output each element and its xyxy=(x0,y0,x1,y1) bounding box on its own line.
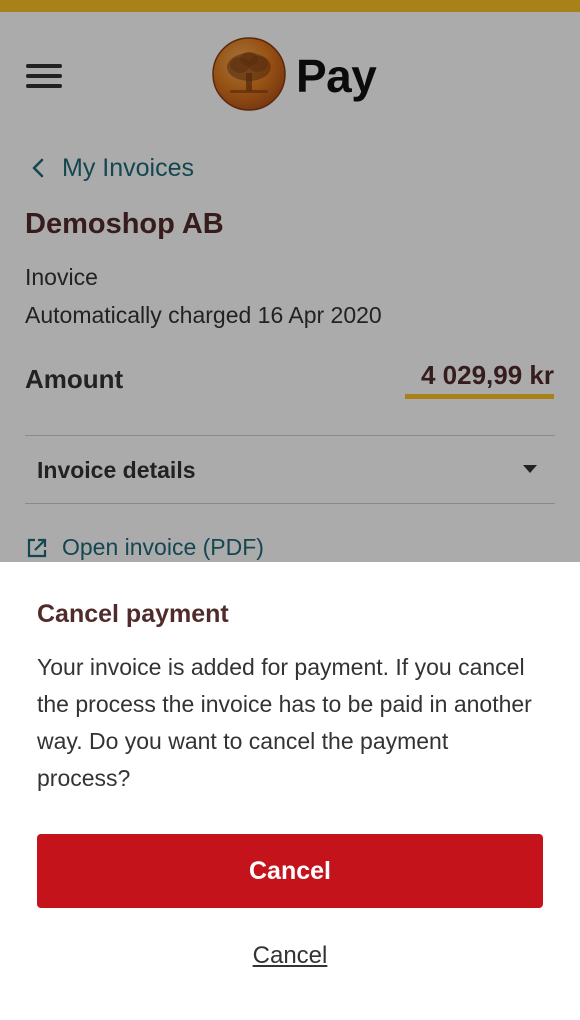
confirm-cancel-button[interactable]: Cancel xyxy=(37,834,543,908)
dismiss-button[interactable]: Cancel xyxy=(0,942,580,970)
cancel-payment-sheet: Cancel payment Your invoice is added for… xyxy=(0,562,580,1020)
sheet-message: Your invoice is added for payment. If yo… xyxy=(37,654,532,791)
sheet-title: Cancel payment xyxy=(37,600,229,628)
